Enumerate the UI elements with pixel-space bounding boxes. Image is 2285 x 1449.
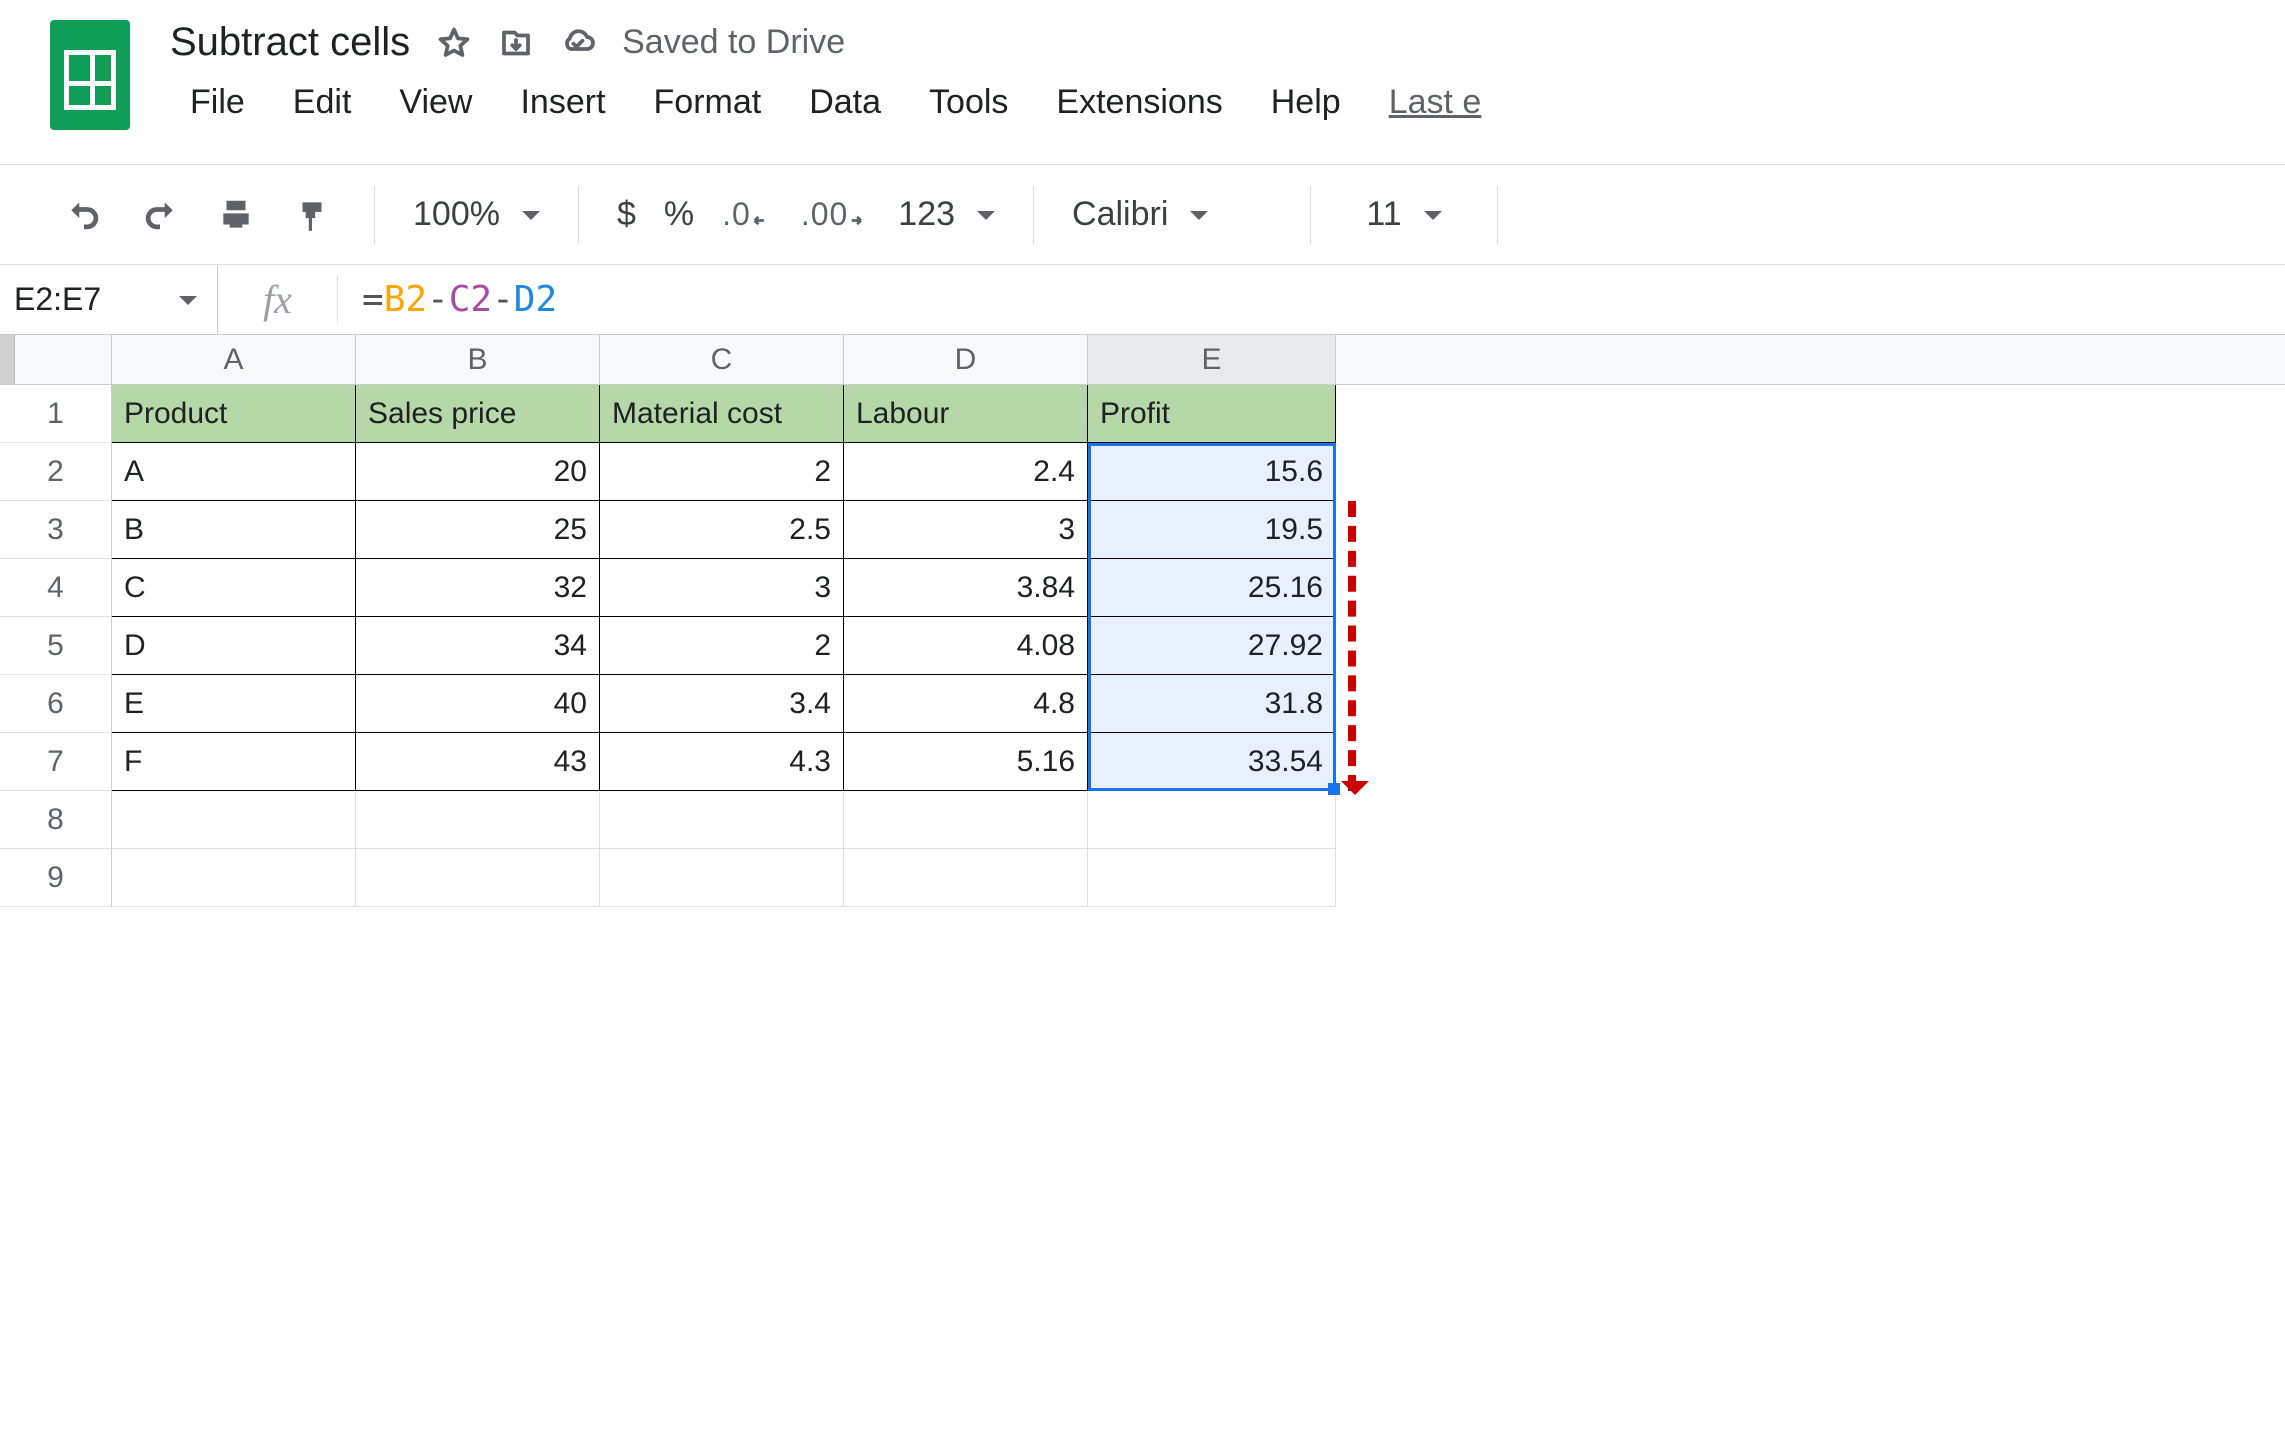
col-header-a[interactable]: A (112, 335, 356, 384)
menu-help[interactable]: Help (1251, 77, 1361, 128)
cell-a4[interactable]: C (112, 559, 356, 617)
paint-format-button[interactable] (288, 191, 336, 239)
fill-drag-arrow-icon (1348, 501, 1356, 791)
cell-b9[interactable] (356, 849, 600, 907)
cell-b6[interactable]: 40 (356, 675, 600, 733)
cell-c1[interactable]: Material cost (600, 385, 844, 443)
zoom-dropdown[interactable]: 100% (413, 195, 540, 234)
col-header-b[interactable]: B (356, 335, 600, 384)
toolbar: 100% $ % .0 .00 123 Calibri 11 (0, 165, 2285, 265)
decrease-decimal-button[interactable]: .0 (722, 191, 773, 239)
font-size-dropdown[interactable]: 11 (1349, 195, 1459, 234)
menu-format[interactable]: Format (634, 77, 782, 128)
menu-data[interactable]: Data (789, 77, 901, 128)
cell-c3[interactable]: 2.5 (600, 501, 844, 559)
redo-button[interactable] (136, 191, 184, 239)
row-header[interactable]: 7 (0, 733, 112, 791)
cell-d7[interactable]: 5.16 (844, 733, 1088, 791)
more-formats-dropdown[interactable]: 123 (898, 195, 995, 234)
cell-b2[interactable]: 20 (356, 443, 600, 501)
cell-b4[interactable]: 32 (356, 559, 600, 617)
formula-bar: E2:E7 fx =B2-C2-D2 (0, 265, 2285, 335)
cell-e5[interactable]: 27.92 (1088, 617, 1336, 675)
row-header[interactable]: 5 (0, 617, 112, 675)
cell-d9[interactable] (844, 849, 1088, 907)
row-header[interactable]: 1 (0, 385, 112, 443)
menu-edit[interactable]: Edit (273, 77, 372, 128)
cell-d6[interactable]: 4.8 (844, 675, 1088, 733)
select-all-corner[interactable] (0, 335, 112, 385)
cell-e7[interactable]: 33.54 (1088, 733, 1336, 791)
last-edit-link[interactable]: Last e (1369, 77, 1502, 128)
row-header[interactable]: 8 (0, 791, 112, 849)
col-header-e[interactable]: E (1088, 335, 1336, 384)
cell-c7[interactable]: 4.3 (600, 733, 844, 791)
cell-b3[interactable]: 25 (356, 501, 600, 559)
cell-a7[interactable]: F (112, 733, 356, 791)
menu-tools[interactable]: Tools (909, 77, 1028, 128)
menu-view[interactable]: View (379, 77, 492, 128)
col-header-d[interactable]: D (844, 335, 1088, 384)
formula-input[interactable]: =B2-C2-D2 (338, 279, 557, 320)
cell-b7[interactable]: 43 (356, 733, 600, 791)
cell-c4[interactable]: 3 (600, 559, 844, 617)
cell-d3[interactable]: 3 (844, 501, 1088, 559)
menu-extensions[interactable]: Extensions (1036, 77, 1242, 128)
print-button[interactable] (212, 191, 260, 239)
cell-a3[interactable]: B (112, 501, 356, 559)
format-currency-button[interactable]: $ (617, 195, 636, 234)
cell-e3[interactable]: 19.5 (1088, 501, 1336, 559)
menu-bar: File Edit View Insert Format Data Tools … (170, 77, 2285, 128)
sheets-logo-icon[interactable] (50, 20, 130, 130)
spreadsheet-grid[interactable]: 1 2 3 4 5 6 7 8 9 A B C D E Product Sale… (0, 335, 2285, 907)
cell-e6[interactable]: 31.8 (1088, 675, 1336, 733)
cell-d2[interactable]: 2.4 (844, 443, 1088, 501)
cell-d1[interactable]: Labour (844, 385, 1088, 443)
saved-status: Saved to Drive (622, 23, 845, 62)
col-header-c[interactable]: C (600, 335, 844, 384)
cell-c2[interactable]: 2 (600, 443, 844, 501)
fx-icon: fx (218, 276, 338, 323)
title-bar: Subtract cells Saved to Drive File Edit … (0, 0, 2285, 165)
cell-d5[interactable]: 4.08 (844, 617, 1088, 675)
row-header[interactable]: 4 (0, 559, 112, 617)
undo-button[interactable] (60, 191, 108, 239)
cell-a6[interactable]: E (112, 675, 356, 733)
name-box[interactable]: E2:E7 (0, 265, 218, 334)
cell-a8[interactable] (112, 791, 356, 849)
cell-b1[interactable]: Sales price (356, 385, 600, 443)
menu-insert[interactable]: Insert (500, 77, 625, 128)
cell-c9[interactable] (600, 849, 844, 907)
cell-c8[interactable] (600, 791, 844, 849)
cell-d8[interactable] (844, 791, 1088, 849)
cell-e1[interactable]: Profit (1088, 385, 1336, 443)
cell-a2[interactable]: A (112, 443, 356, 501)
cell-a1[interactable]: Product (112, 385, 356, 443)
row-header[interactable]: 9 (0, 849, 112, 907)
format-percent-button[interactable]: % (664, 195, 694, 234)
row-header[interactable]: 3 (0, 501, 112, 559)
cell-e2[interactable]: 15.6 (1088, 443, 1336, 501)
cell-b5[interactable]: 34 (356, 617, 600, 675)
star-icon[interactable] (436, 25, 472, 61)
cell-a5[interactable]: D (112, 617, 356, 675)
cell-a9[interactable] (112, 849, 356, 907)
cell-e4[interactable]: 25.16 (1088, 559, 1336, 617)
cell-e8[interactable] (1088, 791, 1336, 849)
row-header[interactable]: 2 (0, 443, 112, 501)
cell-e9[interactable] (1088, 849, 1336, 907)
cell-b8[interactable] (356, 791, 600, 849)
font-dropdown[interactable]: Calibri (1072, 195, 1272, 234)
cloud-saved-icon[interactable] (560, 25, 596, 61)
row-header[interactable]: 6 (0, 675, 112, 733)
cell-c6[interactable]: 3.4 (600, 675, 844, 733)
menu-file[interactable]: File (170, 77, 265, 128)
cell-c5[interactable]: 2 (600, 617, 844, 675)
document-name[interactable]: Subtract cells (170, 20, 410, 65)
increase-decimal-button[interactable]: .00 (801, 191, 870, 239)
move-icon[interactable] (498, 25, 534, 61)
cell-d4[interactable]: 3.84 (844, 559, 1088, 617)
